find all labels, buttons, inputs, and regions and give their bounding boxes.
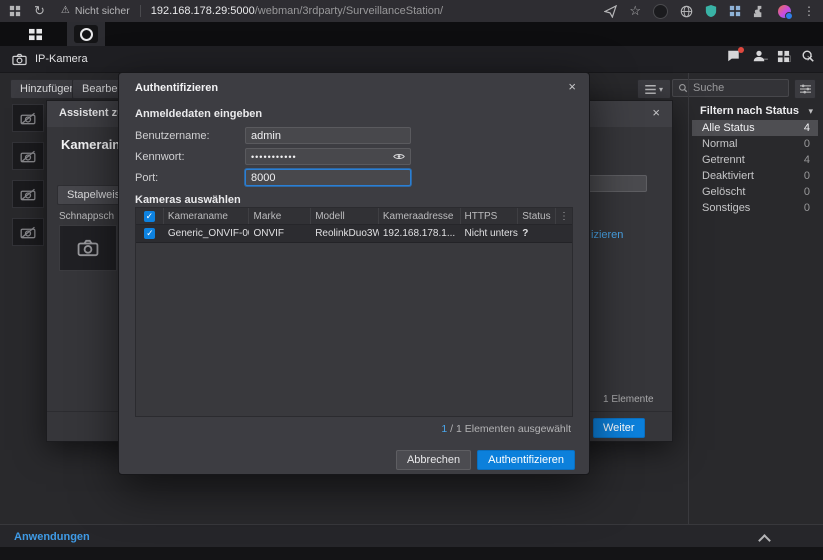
main-menu-icon[interactable] xyxy=(28,28,43,41)
reload-icon[interactable]: ↻ xyxy=(34,0,45,22)
security-shield-icon[interactable] xyxy=(705,4,717,18)
security-warning-icon: ⚠ xyxy=(61,0,70,22)
column-marke[interactable]: Marke xyxy=(249,208,311,224)
extension-circle-icon[interactable] xyxy=(653,4,668,19)
divider xyxy=(140,5,141,17)
browser-menu-icon[interactable]: ⋮ xyxy=(803,0,815,22)
column-https[interactable]: HTTPS xyxy=(461,208,519,224)
panel-divider xyxy=(688,72,689,524)
chat-icon[interactable] xyxy=(726,49,741,63)
browser-actions: ☆ ⋮ xyxy=(604,0,815,22)
column-kameraadresse[interactable]: Kameraadresse xyxy=(379,208,461,224)
auth-dialog: Authentifizieren × Anmeldedaten eingeben… xyxy=(118,72,590,475)
column-modell[interactable]: Modell xyxy=(311,208,379,224)
wizard-authenticate-link[interactable]: izieren xyxy=(591,229,623,241)
filter-item-normal[interactable]: Normal 0 xyxy=(692,136,818,152)
search-icon xyxy=(678,83,688,93)
table-row[interactable]: ✓ Generic_ONVIF-001 ONVIF ReolinkDuo3WiF… xyxy=(136,225,572,243)
filter-item-alle-status[interactable]: Alle Status 4 xyxy=(692,120,818,136)
camera-select-table: ✓ Kameraname Marke Modell Kameraadresse … xyxy=(135,207,573,417)
search-icon[interactable] xyxy=(801,49,815,63)
column-status[interactable]: Status xyxy=(518,208,556,224)
tab-overview-icon[interactable] xyxy=(9,5,21,17)
cell-modell: ReolinkDuo3WiFi xyxy=(311,225,379,242)
snapshot-preview xyxy=(59,225,117,271)
password-label: Kennwort: xyxy=(135,151,185,163)
widgets-grid-icon[interactable] xyxy=(777,50,790,63)
desktop-bottom-strip xyxy=(0,547,823,560)
url-text[interactable]: 192.168.178.29:5000/webman/3rdparty/Surv… xyxy=(151,5,443,17)
profile-badge xyxy=(785,12,793,20)
cell-kameraadresse: 192.168.178.1... xyxy=(379,225,461,242)
camera-list-thumbnail[interactable] xyxy=(12,142,44,170)
camera-list-thumbnail[interactable] xyxy=(12,104,44,132)
wizard-table-count: 1 Elemente xyxy=(603,394,654,405)
filter-item-sonstiges[interactable]: Sonstiges 0 xyxy=(692,200,818,216)
cell-https: Nicht unterstüt... xyxy=(461,225,519,242)
username-field[interactable]: admin xyxy=(245,127,411,144)
browser-address-bar: ↻ ⚠ Nicht sicher 192.168.178.29:5000/web… xyxy=(0,0,823,22)
dialog-title: Authentifizieren xyxy=(135,82,218,94)
taskbar-tray xyxy=(726,44,815,68)
share-icon[interactable] xyxy=(604,5,617,18)
surveillance-station-task-icon[interactable] xyxy=(67,22,105,46)
dsm-taskbar xyxy=(0,22,823,46)
camera-app-icon xyxy=(74,25,98,43)
apps-grid-icon[interactable] xyxy=(729,5,741,17)
filter-item-geloescht[interactable]: Gelöscht 0 xyxy=(692,184,818,200)
camera-icon xyxy=(12,53,27,66)
translate-globe-icon[interactable] xyxy=(680,5,693,18)
filter-item-getrennt[interactable]: Getrennt 4 xyxy=(692,152,818,168)
next-button[interactable]: Weiter xyxy=(593,418,645,438)
select-all-checkbox[interactable]: ✓ xyxy=(144,211,155,222)
close-icon[interactable]: × xyxy=(568,79,576,94)
chevron-down-icon: ▾ xyxy=(659,85,663,94)
selection-status: 1 / 1 Elementen ausgewählt xyxy=(441,423,571,435)
screen: ↻ ⚠ Nicht sicher 192.168.178.29:5000/web… xyxy=(0,0,823,560)
bookmark-star-icon[interactable]: ☆ xyxy=(629,0,641,22)
close-icon[interactable]: × xyxy=(652,105,660,120)
search-input[interactable]: Suche xyxy=(672,79,789,97)
authenticate-button[interactable]: Authentifizieren xyxy=(477,450,575,470)
show-password-eye-icon[interactable] xyxy=(393,152,405,161)
applications-bar: Anwendungen xyxy=(0,524,823,547)
chat-notification-badge xyxy=(738,47,744,53)
chevron-down-icon: ▾ xyxy=(808,106,813,116)
applications-link[interactable]: Anwendungen xyxy=(14,531,90,543)
port-field[interactable]: 8000 xyxy=(245,169,411,186)
username-label: Benutzername: xyxy=(135,130,210,142)
window-title: IP-Kamera xyxy=(35,53,88,65)
cell-status: ? xyxy=(518,225,556,242)
user-icon[interactable] xyxy=(752,49,766,63)
port-label: Port: xyxy=(135,172,158,184)
search-placeholder: Suche xyxy=(693,82,724,94)
table-header[interactable]: ✓ Kameraname Marke Modell Kameraadresse … xyxy=(136,208,572,225)
cell-kameraname: Generic_ONVIF-001 xyxy=(164,225,250,242)
window-titlebar[interactable]: IP-Kamera – □ × xyxy=(0,46,823,73)
filter-settings-icon[interactable] xyxy=(794,79,816,99)
cancel-button[interactable]: Abbrechen xyxy=(396,450,471,470)
profile-avatar[interactable] xyxy=(778,5,791,18)
column-kameraname[interactable]: Kameraname xyxy=(164,208,250,224)
security-warning-label[interactable]: Nicht sicher xyxy=(75,0,130,22)
filter-panel-header[interactable]: Filtern nach Status ▾ xyxy=(700,101,813,119)
extensions-puzzle-icon[interactable] xyxy=(753,5,766,18)
cell-marke: ONVIF xyxy=(249,225,311,242)
chevron-up-icon[interactable] xyxy=(758,534,771,547)
filter-item-deaktiviert[interactable]: Deaktiviert 0 xyxy=(692,168,818,184)
column-options-icon[interactable]: ⋮ xyxy=(556,208,572,224)
camera-list-thumbnail[interactable] xyxy=(12,218,44,246)
camera-list-thumbnail[interactable] xyxy=(12,180,44,208)
cameras-section-heading: Kameras auswählen xyxy=(135,194,241,206)
credentials-section-heading: Anmeldedaten eingeben xyxy=(135,108,262,120)
row-checkbox[interactable]: ✓ xyxy=(144,228,155,239)
view-mode-button[interactable]: ▾ xyxy=(637,79,671,99)
snapshot-label: Schnappsch xyxy=(59,211,114,222)
password-field[interactable]: ••••••••••• xyxy=(245,148,411,165)
